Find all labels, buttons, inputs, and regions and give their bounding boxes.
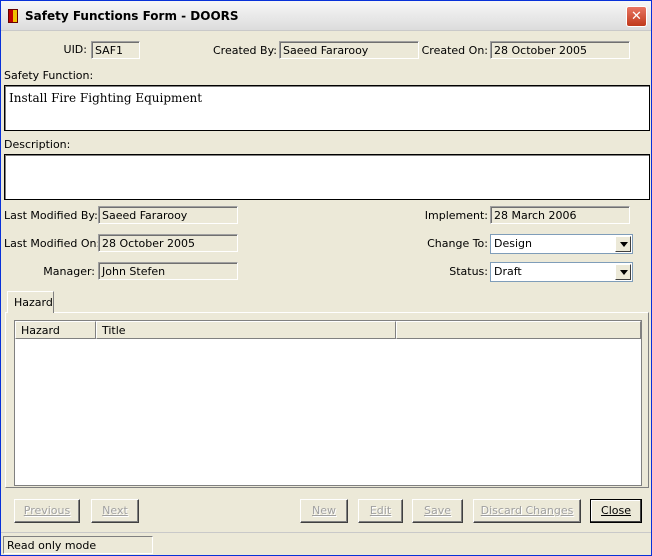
status-select[interactable]: Draft bbox=[490, 262, 633, 282]
created-by-field[interactable]: Saeed Fararooy bbox=[279, 41, 419, 59]
next-button[interactable]: Next bbox=[91, 499, 139, 523]
last-modified-by-field[interactable]: Saeed Fararooy bbox=[98, 206, 238, 224]
hazard-grid[interactable]: Hazard Title bbox=[14, 320, 642, 486]
uid-field[interactable]: SAF1 bbox=[91, 41, 140, 59]
created-on-label: Created On: bbox=[421, 44, 488, 57]
edit-button[interactable]: Edit bbox=[358, 499, 403, 523]
manager-label: Manager: bbox=[43, 265, 95, 278]
safety-functions-window: Safety Functions Form - DOORS ✕ UID: SAF… bbox=[0, 0, 652, 556]
change-to-select[interactable]: Design bbox=[490, 234, 633, 254]
implement-field[interactable]: 28 March 2006 bbox=[490, 206, 630, 224]
doors-app-icon bbox=[8, 9, 18, 23]
tab-hazard[interactable]: Hazard bbox=[7, 291, 54, 313]
created-on-field[interactable]: 28 October 2005 bbox=[490, 41, 630, 59]
title-bar: Safety Functions Form - DOORS ✕ bbox=[1, 1, 651, 31]
status-separator bbox=[1, 532, 651, 533]
status-label: Status: bbox=[449, 265, 488, 278]
safety-function-label: Safety Function: bbox=[4, 69, 94, 82]
manager-field[interactable]: John Stefen bbox=[98, 262, 238, 280]
implement-label: Implement: bbox=[424, 209, 488, 222]
change-to-label: Change To: bbox=[427, 237, 488, 250]
column-header-title[interactable]: Title bbox=[96, 321, 396, 339]
previous-button[interactable]: Previous bbox=[14, 499, 80, 523]
grid-header: Hazard Title bbox=[15, 321, 641, 339]
status-value: Draft bbox=[494, 265, 522, 278]
status-bar: Read only mode bbox=[3, 536, 153, 554]
change-to-value: Design bbox=[494, 237, 532, 250]
window-close-icon[interactable]: ✕ bbox=[626, 6, 647, 27]
last-modified-on-field[interactable]: 28 October 2005 bbox=[98, 234, 238, 252]
created-by-label: Created By: bbox=[213, 44, 277, 57]
description-label: Description: bbox=[4, 138, 71, 151]
chevron-down-icon[interactable] bbox=[615, 264, 631, 280]
new-button[interactable]: New bbox=[300, 499, 348, 523]
column-header-hazard[interactable]: Hazard bbox=[15, 321, 96, 339]
last-modified-by-label: Last Modified By: bbox=[4, 209, 98, 222]
window-title: Safety Functions Form - DOORS bbox=[25, 9, 239, 23]
safety-function-input[interactable]: Install Fire Fighting Equipment bbox=[4, 85, 650, 131]
column-header-extra[interactable] bbox=[396, 321, 641, 339]
uid-label: UID: bbox=[63, 43, 87, 56]
last-modified-on-label: Last Modified On: bbox=[4, 237, 101, 250]
discard-changes-button[interactable]: Discard Changes bbox=[473, 499, 581, 523]
close-button[interactable]: Close bbox=[590, 499, 642, 523]
save-button[interactable]: Save bbox=[412, 499, 463, 523]
chevron-down-icon[interactable] bbox=[615, 236, 631, 252]
description-input[interactable] bbox=[4, 154, 650, 200]
